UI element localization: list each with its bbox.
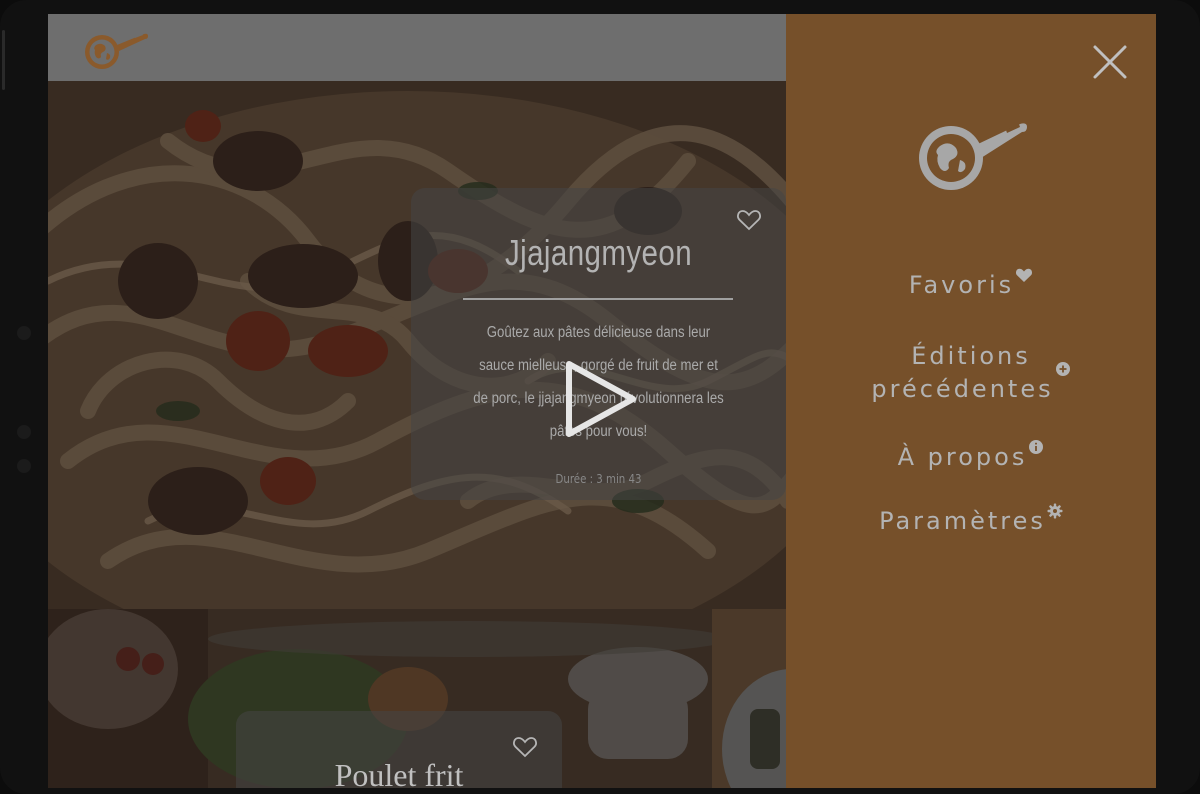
menu-item-settings[interactable]: Paramètres bbox=[786, 503, 1156, 538]
pan-globe-logo-icon[interactable] bbox=[82, 28, 152, 72]
close-icon[interactable] bbox=[1092, 44, 1128, 80]
recipe-duration: Durée : 3 min 43 bbox=[555, 472, 642, 486]
top-bar bbox=[48, 14, 786, 81]
menu-item-about[interactable]: À propos bbox=[786, 440, 1156, 474]
recipe-title: Poulet frit bbox=[334, 757, 464, 788]
bezel-edge bbox=[2, 30, 5, 90]
pan-globe-logo-icon[interactable] bbox=[918, 118, 1030, 194]
side-menu: Favoris Éditions précédentes À propos Pa… bbox=[786, 14, 1156, 788]
tablet-frame: Jjajangmyeon Goûtez aux pâtes délicieuse… bbox=[0, 0, 1200, 794]
menu-item-label: Éditions bbox=[911, 342, 1031, 370]
plus-circle-icon bbox=[1055, 362, 1070, 376]
recipe-tile-image[interactable] bbox=[712, 609, 786, 788]
favorite-heart-icon[interactable] bbox=[512, 735, 538, 759]
menu-item-label: précédentes bbox=[871, 375, 1054, 403]
menu-item-label: Favoris bbox=[908, 271, 1015, 299]
menu-item-label: À propos bbox=[897, 443, 1028, 471]
favorite-heart-icon[interactable] bbox=[736, 208, 762, 232]
title-divider bbox=[463, 298, 733, 300]
play-icon[interactable] bbox=[563, 359, 639, 439]
bezel-dot bbox=[17, 326, 31, 340]
recipe-title: Jjajangmyeon bbox=[504, 232, 693, 273]
app-screen: Jjajangmyeon Goûtez aux pâtes délicieuse… bbox=[48, 14, 1156, 788]
recipe-card[interactable]: Poulet frit bbox=[236, 711, 562, 788]
featured-recipe-card[interactable]: Jjajangmyeon Goûtez aux pâtes délicieuse… bbox=[411, 188, 786, 500]
bezel-dot bbox=[17, 425, 31, 439]
menu-item-label: Paramètres bbox=[879, 507, 1046, 535]
bezel-dot bbox=[17, 459, 31, 473]
gear-icon bbox=[1047, 503, 1063, 519]
heart-icon bbox=[1016, 268, 1033, 282]
menu-item-favorites[interactable]: Favoris bbox=[786, 268, 1156, 302]
menu-item-previous-editions[interactable]: Éditions précédentes bbox=[786, 340, 1156, 406]
info-icon bbox=[1029, 440, 1044, 454]
